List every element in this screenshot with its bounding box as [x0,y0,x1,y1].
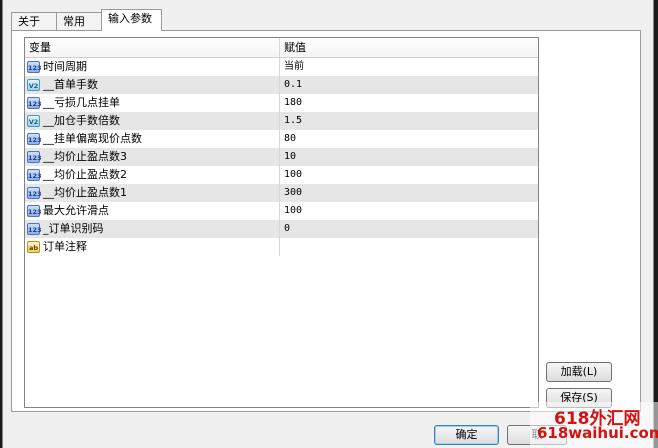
string-type-icon: ab [27,241,40,253]
value-cell[interactable]: 0 [280,220,538,238]
parameter-rows: 123 时间周期 当前 V2 __首单手数 0.1 123 __亏损几点挂单 180 V2 __加仓… [25,58,538,256]
value-cell[interactable]: 100 [280,166,538,184]
tab-panel: 变量 赋值 123 时间周期 当前 V2 __首单手数 0.1 123 __亏损几点挂单 180… [11,30,641,412]
ok-button[interactable]: 确定 [434,425,499,445]
parameter-row[interactable]: 123 __均价止盈点数3 10 [25,148,538,166]
variable-name: 订单注释 [43,240,87,253]
grid-header: 变量 赋值 [25,38,538,58]
variable-name: __均价止盈点数2 [43,168,127,181]
variable-cell[interactable]: 123 __挂单偏离现价点数 [25,130,280,148]
tab-inputs[interactable]: 输入参数 [101,9,162,31]
double-type-icon: V2 [27,115,40,127]
variable-name: __均价止盈点数3 [43,150,127,163]
variable-cell[interactable]: 123 最大允许滑点 [25,202,280,220]
variable-name: _订单识别码 [43,222,104,235]
variable-cell[interactable]: 123 时间周期 [25,58,280,76]
int-type-icon: 123 [27,97,42,109]
double-type-icon: V2 [27,79,40,91]
parameters-grid[interactable]: 变量 赋值 123 时间周期 当前 V2 __首单手数 0.1 123 __亏损几点挂单 180… [24,37,539,408]
value-cell[interactable]: 10 [280,148,538,166]
variable-name: __加仓手数倍数 [43,114,120,127]
parameter-row[interactable]: 123 时间周期 当前 [25,58,538,76]
value-cell[interactable]: 当前 [280,58,538,76]
int-type-icon: 123 [27,151,42,163]
value-cell[interactable]: 0.1 [280,76,538,94]
variable-cell[interactable]: V2 __加仓手数倍数 [25,112,280,130]
parameter-row[interactable]: 123 __亏损几点挂单 180 [25,94,538,112]
value-cell[interactable]: 1.5 [280,112,538,130]
tab-about[interactable]: 关于 [11,12,57,30]
value-column-header[interactable]: 赋值 [280,38,538,57]
parameter-row[interactable]: 123 __挂单偏离现价点数 80 [25,130,538,148]
input-parameters-dialog: 关于 常用 输入参数 变量 赋值 123 时间周期 当前 V2 __首单手数 0.1 123… [2,0,654,448]
parameter-row[interactable]: 123 最大允许滑点 100 [25,202,538,220]
variable-cell[interactable]: ab 订单注释 [25,238,280,256]
variable-name: __挂单偏离现价点数 [43,132,142,145]
variable-cell[interactable]: 123 __均价止盈点数3 [25,148,280,166]
variable-cell[interactable]: V2 __首单手数 [25,76,280,94]
load-button[interactable]: 加载(L) [546,362,612,382]
parameter-row[interactable]: ab 订单注释 [25,238,538,256]
int-type-icon: 123 [27,205,42,217]
parameter-row[interactable]: 123 __均价止盈点数1 300 [25,184,538,202]
watermark-line2: 618waihui.com [537,424,658,442]
int-type-icon: 123 [27,169,42,181]
int-type-icon: 123 [27,61,42,73]
int-type-icon: 123 [27,223,42,235]
variable-name: __均价止盈点数1 [43,186,127,199]
value-cell[interactable]: 80 [280,130,538,148]
variable-column-header[interactable]: 变量 [25,38,280,57]
variable-cell[interactable]: 123 __均价止盈点数2 [25,166,280,184]
int-type-icon: 123 [27,187,42,199]
variable-name: 时间周期 [43,60,87,73]
int-type-icon: 123 [27,133,42,145]
variable-cell[interactable]: 123 _订单识别码 [25,220,280,238]
parameter-row[interactable]: V2 __首单手数 0.1 [25,76,538,94]
variable-name: __亏损几点挂单 [43,96,120,109]
parameter-row[interactable]: 123 _订单识别码 0 [25,220,538,238]
variable-name: __首单手数 [43,78,98,91]
value-cell[interactable]: 300 [280,184,538,202]
value-cell[interactable] [280,238,538,256]
variable-name: 最大允许滑点 [43,204,109,217]
tab-common[interactable]: 常用 [56,12,102,30]
parameter-row[interactable]: 123 __均价止盈点数2 100 [25,166,538,184]
variable-cell[interactable]: 123 __均价止盈点数1 [25,184,280,202]
variable-cell[interactable]: 123 __亏损几点挂单 [25,94,280,112]
value-cell[interactable]: 180 [280,94,538,112]
parameter-row[interactable]: V2 __加仓手数倍数 1.5 [25,112,538,130]
value-cell[interactable]: 100 [280,202,538,220]
